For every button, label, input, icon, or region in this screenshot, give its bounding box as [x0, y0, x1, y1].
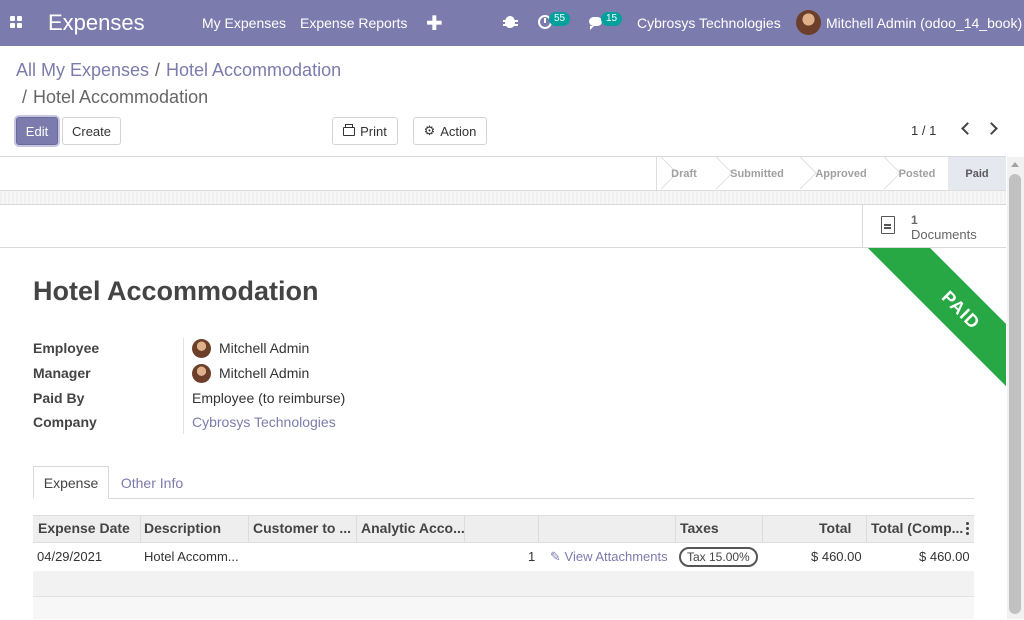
chevron-left-icon[interactable]: [961, 122, 974, 135]
row-quantity: 1: [528, 549, 536, 564]
paid-by-label: Paid By: [33, 390, 85, 406]
user-avatar[interactable]: [796, 10, 821, 35]
col-description[interactable]: Description: [144, 520, 221, 536]
table-empty-row: [33, 571, 974, 597]
paid-ribbon: PAID: [866, 248, 1006, 388]
pager-value[interactable]: 1 / 1: [911, 123, 936, 138]
status-arrow: [711, 157, 712, 190]
action-button[interactable]: ⚙ Action: [413, 117, 487, 145]
user-menu[interactable]: Mitchell Admin (odoo_14_book): [826, 15, 1022, 31]
field-divider: [183, 338, 184, 434]
status-paid: Paid: [948, 157, 1006, 190]
col-sep: [762, 516, 763, 542]
sheet-background: [0, 190, 1006, 205]
col-expense-date[interactable]: Expense Date: [38, 520, 130, 536]
col-sep: [675, 516, 676, 542]
status-arrow: [795, 157, 796, 190]
paperclip-icon: ✎: [550, 549, 561, 564]
documents-count: 1: [911, 213, 918, 227]
view-attachments-link[interactable]: ✎ View Attachments: [550, 549, 668, 565]
printer-icon: [343, 123, 356, 136]
employee-avatar: [192, 339, 211, 358]
row-expense-date: 04/29/2021: [37, 549, 103, 564]
col-total[interactable]: Total: [819, 520, 851, 536]
table-empty-row: [33, 597, 974, 619]
status-draft: Draft: [671, 167, 697, 180]
col-sep: [140, 516, 141, 542]
documents-smart-button[interactable]: 1 Documents: [862, 205, 1007, 247]
column-options-icon[interactable]: [966, 522, 969, 525]
row-description: Hotel Accomm...: [144, 549, 239, 564]
company-value[interactable]: Cybrosys Technologies: [192, 414, 336, 430]
view-attachments-label: View Attachments: [564, 549, 668, 564]
app-title[interactable]: Expenses: [48, 10, 145, 36]
col-sep: [464, 516, 465, 542]
apps-menu-icon[interactable]: [10, 16, 23, 29]
manager-label: Manager: [33, 365, 91, 381]
tab-expense[interactable]: Expense: [33, 466, 109, 499]
ribbon-text: PAID: [866, 248, 1006, 388]
print-label: Print: [360, 123, 387, 139]
gear-icon: ⚙: [423, 123, 436, 138]
col-sep: [866, 516, 867, 542]
col-sep: [538, 516, 539, 542]
col-total-company[interactable]: Total (Comp...: [871, 520, 963, 536]
company-switcher[interactable]: Cybrosys Technologies: [637, 15, 781, 31]
employee-label: Employee: [33, 340, 100, 356]
breadcrumb-current: Hotel Accommodation: [33, 87, 209, 107]
employee-value[interactable]: Mitchell Admin: [219, 340, 309, 356]
company-label: Company: [33, 414, 97, 430]
tax-badge: Tax 15.00%: [679, 547, 758, 567]
menu-my-expenses[interactable]: My Expenses: [202, 15, 286, 31]
documents-label: Documents: [911, 227, 977, 242]
status-posted: Posted: [898, 167, 936, 180]
chevron-right-icon[interactable]: [985, 122, 998, 135]
tab-other-info[interactable]: Other Info: [113, 466, 191, 499]
col-taxes[interactable]: Taxes: [680, 520, 719, 536]
manager-value[interactable]: Mitchell Admin: [219, 365, 309, 381]
breadcrumb-separator: /: [155, 60, 161, 80]
print-button[interactable]: Print: [332, 117, 398, 145]
button-box-divider: [0, 247, 1006, 248]
debug-bug-icon[interactable]: [502, 16, 518, 28]
col-sep: [248, 516, 249, 542]
col-sep: [356, 516, 357, 542]
edit-label: Edit: [25, 123, 49, 139]
breadcrumb-all-my-expenses[interactable]: All My Expenses: [16, 60, 149, 81]
edit-button[interactable]: Edit: [16, 117, 58, 145]
action-label: Action: [440, 123, 477, 139]
create-button[interactable]: Create: [62, 117, 121, 145]
menu-expense-reports[interactable]: Expense Reports: [300, 15, 407, 31]
breadcrumb-hotel-accommodation[interactable]: Hotel Accommodation: [166, 60, 341, 81]
status-arrow: [879, 157, 880, 190]
top-navbar: Expenses My Expenses Expense Reports ✚ 5…: [0, 0, 1024, 46]
create-label: Create: [71, 123, 112, 139]
document-icon: [881, 216, 895, 234]
paid-by-value: Employee (to reimburse): [192, 390, 346, 406]
breadcrumb-separator: /: [22, 87, 28, 107]
col-customer[interactable]: Customer to ...: [253, 520, 351, 536]
activity-count-badge: 55: [549, 12, 571, 26]
record-title: Hotel Accommodation: [33, 276, 319, 306]
plus-icon[interactable]: ✚: [426, 11, 443, 36]
message-count-badge: 15: [601, 12, 623, 26]
status-approved: Approved: [815, 167, 867, 180]
row-total: $ 460.00: [811, 549, 862, 564]
scroll-up-arrow-icon[interactable]: [1011, 162, 1019, 167]
manager-avatar: [192, 364, 211, 383]
status-submitted: Submitted: [730, 167, 784, 180]
row-total-company: $ 460.00: [919, 549, 970, 564]
scrollbar-thumb[interactable]: [1009, 174, 1021, 614]
col-analytic-account[interactable]: Analytic Acco...: [361, 520, 465, 536]
